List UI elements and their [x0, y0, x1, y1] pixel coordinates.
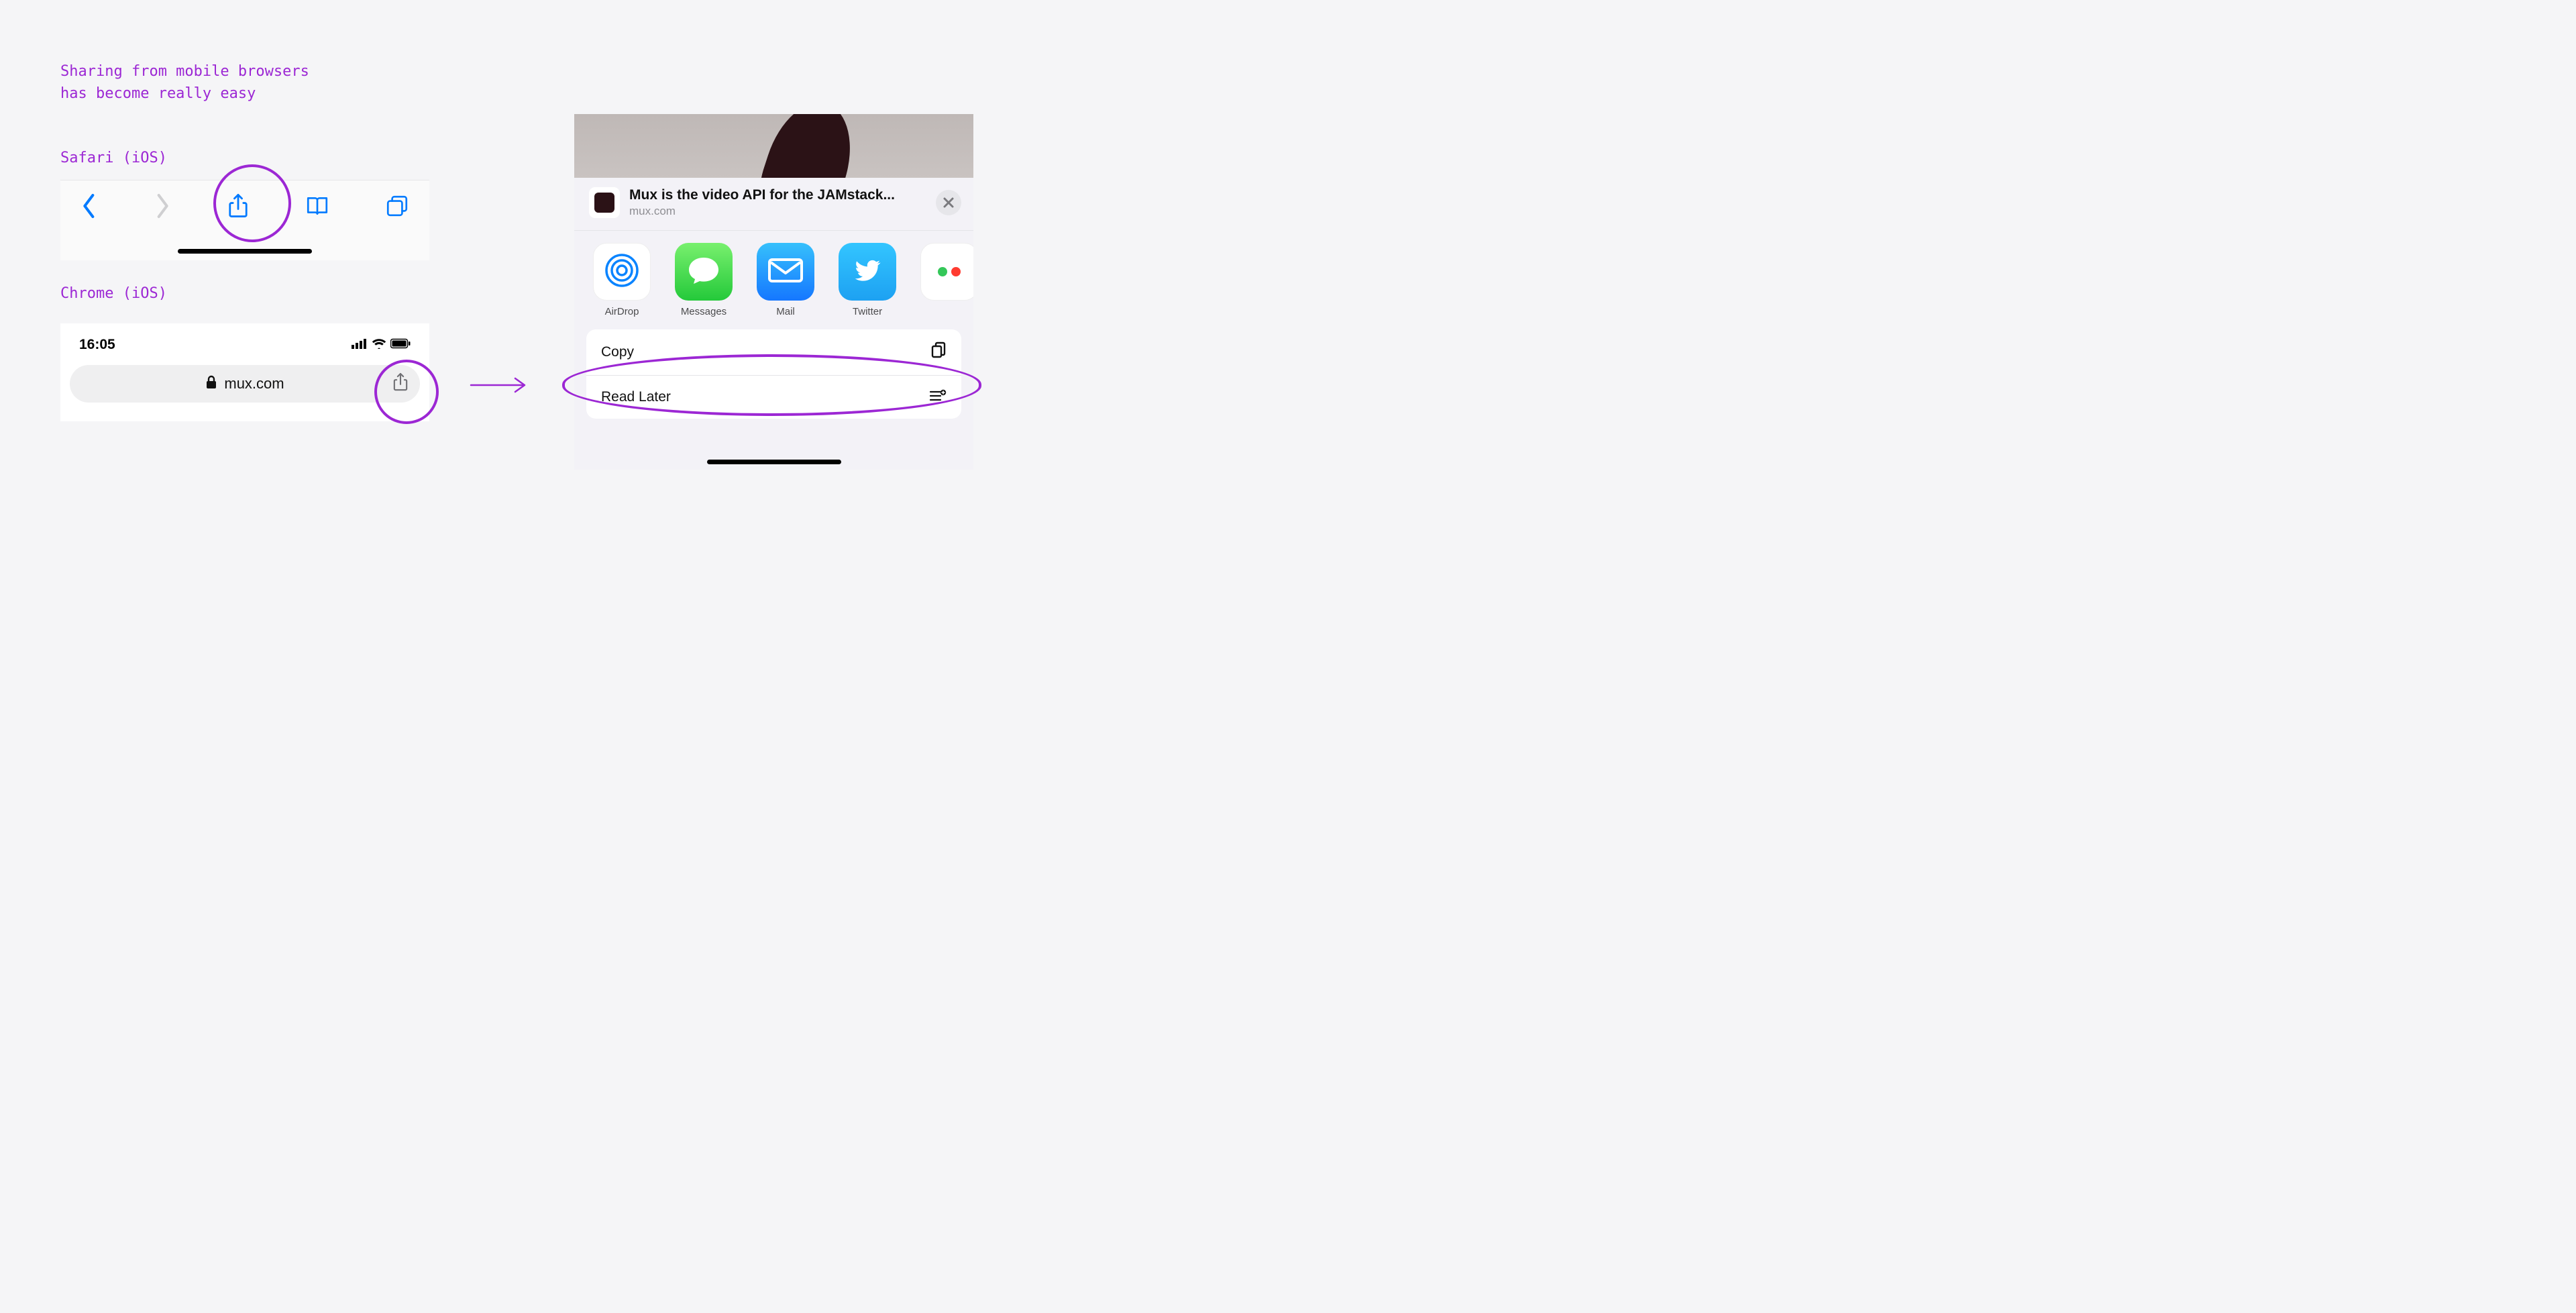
- share-target-airdrop[interactable]: AirDrop: [593, 243, 651, 317]
- battery-icon: [390, 337, 411, 353]
- share-icon[interactable]: [392, 372, 409, 396]
- label-chrome: Chrome (iOS): [60, 285, 167, 302]
- chrome-browser-bar: 16:05 mux.com: [60, 323, 429, 421]
- home-indicator: [178, 249, 312, 254]
- share-target-label: Messages: [675, 306, 733, 317]
- share-target-twitter[interactable]: Twitter: [839, 243, 896, 317]
- share-target-messages[interactable]: Messages: [675, 243, 733, 317]
- heading-text: Sharing from mobile browsers has become …: [60, 60, 309, 105]
- lock-icon: [205, 375, 217, 393]
- share-target-label: AirDrop: [593, 306, 651, 317]
- action-copy[interactable]: Copy: [586, 329, 961, 376]
- page-favicon: [589, 187, 620, 218]
- action-label: Read Later: [601, 389, 671, 405]
- address-bar-url: mux.com: [224, 375, 284, 392]
- sheet-title: Mux is the video API for the JAMstack...: [629, 187, 926, 203]
- airdrop-icon: [602, 250, 642, 294]
- sheet-preview-image: [574, 114, 973, 178]
- share-target-mail[interactable]: Mail: [757, 243, 814, 317]
- share-icon[interactable]: [227, 193, 250, 223]
- safari-toolbar: [60, 180, 429, 260]
- wifi-icon: [372, 337, 386, 353]
- label-safari: Safari (iOS): [60, 150, 167, 166]
- ios-share-sheet: Mux is the video API for the JAMstack...…: [574, 114, 973, 470]
- action-list: Copy Read Later: [586, 329, 961, 419]
- home-indicator: [707, 460, 841, 464]
- arrow-icon: [470, 376, 529, 395]
- share-app-row: AirDrop Messages Mail T: [574, 231, 973, 329]
- mail-icon: [767, 257, 804, 287]
- address-bar[interactable]: mux.com: [70, 365, 420, 403]
- share-target-label: Mail: [757, 306, 814, 317]
- back-icon[interactable]: [80, 193, 98, 223]
- add-to-list-icon: [929, 388, 947, 407]
- status-bar: 16:05: [60, 334, 429, 365]
- cellular-icon: [352, 337, 368, 353]
- close-button[interactable]: [936, 190, 961, 215]
- forward-icon[interactable]: [154, 193, 171, 223]
- share-target-more[interactable]: [920, 243, 973, 317]
- bookmarks-icon[interactable]: [305, 193, 329, 223]
- tabs-icon[interactable]: [385, 193, 409, 223]
- action-read-later[interactable]: Read Later: [586, 376, 961, 419]
- share-target-label: Twitter: [839, 306, 896, 317]
- sheet-header: Mux is the video API for the JAMstack...…: [574, 178, 973, 231]
- twitter-icon: [849, 252, 885, 292]
- status-time: 16:05: [79, 337, 115, 353]
- sheet-subtitle: mux.com: [629, 205, 926, 218]
- messages-icon: [686, 252, 722, 292]
- copy-icon: [930, 342, 947, 363]
- action-label: Copy: [601, 344, 634, 360]
